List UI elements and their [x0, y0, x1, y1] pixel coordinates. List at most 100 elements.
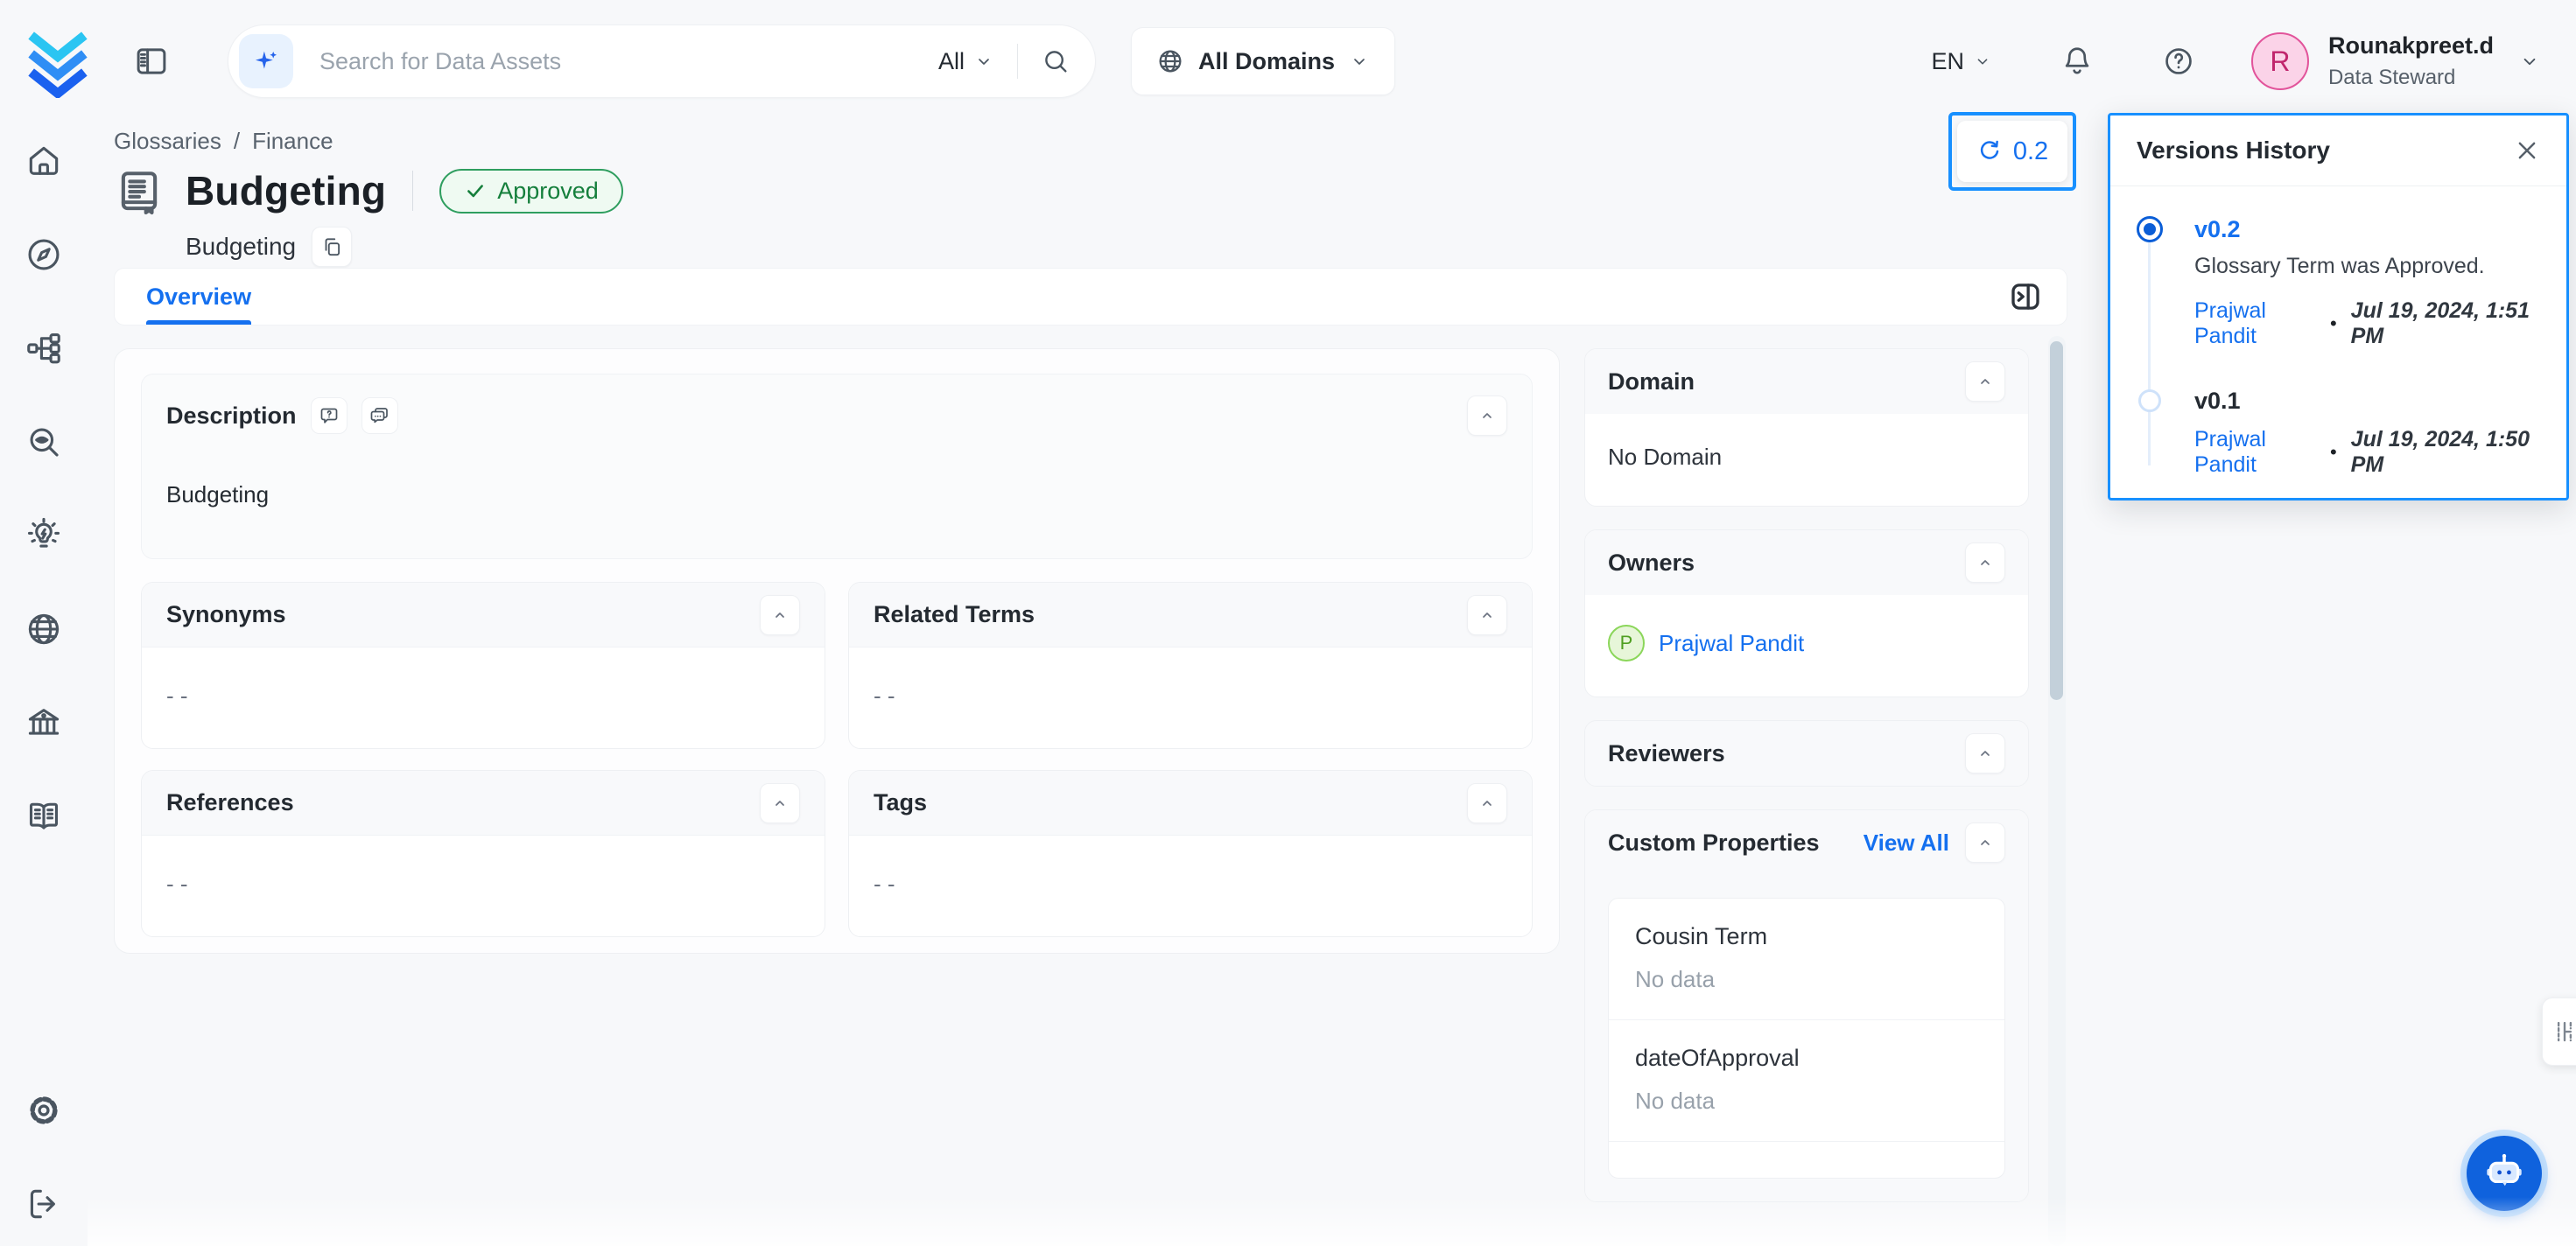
property-name: dateOfApproval — [1635, 1045, 1978, 1072]
request-description-button[interactable] — [311, 397, 347, 434]
close-button[interactable] — [2514, 137, 2540, 164]
sidebar-item-glossary[interactable] — [25, 797, 63, 836]
flow-tree-icon — [25, 329, 63, 368]
compass-icon — [25, 235, 63, 274]
notifications-button[interactable] — [2060, 45, 2094, 78]
tab-bar: Overview — [114, 268, 2067, 326]
rail-scrollbar-thumb[interactable] — [2050, 341, 2063, 700]
language-label: EN — [1931, 48, 1964, 75]
term-display-name: Budgeting — [186, 233, 296, 261]
user-role: Data Steward — [2328, 65, 2494, 91]
all-domains-dropdown[interactable]: All Domains — [1131, 27, 1395, 95]
domain-title: Domain — [1608, 368, 1695, 396]
chevron-down-icon[interactable] — [2518, 50, 2541, 73]
user-avatar-initial: R — [2270, 46, 2290, 78]
user-name: Rounakpreet.d — [2328, 32, 2494, 61]
version-label[interactable]: v0.1 — [2194, 388, 2540, 415]
collapse-handle-button[interactable] — [2542, 998, 2576, 1066]
search-scope-dropdown[interactable]: All — [938, 48, 994, 75]
comments-button[interactable] — [361, 397, 398, 434]
right-rail: Domain No Domain Owners P Prajwal Pa — [1584, 348, 2029, 1202]
chevron-up-icon — [769, 605, 790, 626]
version-timestamp: Jul 19, 2024, 1:50 PM — [2351, 427, 2540, 478]
user-menu[interactable]: Rounakpreet.d Data Steward — [2328, 32, 2494, 91]
version-author-link[interactable]: Prajwal Pandit — [2194, 427, 2316, 478]
global-search-bar[interactable]: All — [228, 24, 1096, 98]
all-domains-label: All Domains — [1198, 48, 1335, 75]
help-button[interactable] — [2162, 45, 2195, 78]
app-logo-icon[interactable] — [21, 24, 95, 98]
tags-collapse-button[interactable] — [1467, 783, 1507, 823]
chevron-down-icon — [1349, 51, 1370, 72]
ai-sparkle-icon[interactable] — [239, 34, 293, 88]
search-icon[interactable] — [1041, 46, 1070, 76]
sidebar-item-settings[interactable] — [25, 1091, 63, 1130]
version-radio-selected[interactable] — [2137, 216, 2163, 242]
left-nav-sidebar — [0, 122, 88, 1246]
home-icon — [25, 142, 63, 180]
references-collapse-button[interactable] — [760, 783, 800, 823]
reviewers-title: Reviewers — [1608, 740, 1725, 767]
owner-name-link[interactable]: Prajwal Pandit — [1659, 630, 1804, 657]
breadcrumb-finance[interactable]: Finance — [252, 128, 333, 155]
lightbulb-icon — [25, 516, 63, 555]
property-row-partial — [1609, 1141, 2004, 1178]
custom-properties-collapse-button[interactable] — [1965, 822, 2005, 863]
user-avatar[interactable]: R — [2251, 32, 2309, 90]
chevron-down-icon — [973, 51, 994, 72]
tags-value: - - — [849, 836, 1532, 936]
chevron-up-icon — [1477, 605, 1498, 626]
sidebar-toggle-icon[interactable] — [133, 43, 170, 80]
related-terms-collapse-button[interactable] — [1467, 595, 1507, 635]
expand-side-panel-button[interactable] — [2007, 278, 2044, 315]
sidebar-item-domains[interactable] — [25, 610, 63, 648]
search-scope-label: All — [938, 48, 965, 75]
property-row: dateOfApproval No data — [1609, 1019, 2004, 1141]
tab-overview[interactable]: Overview — [146, 269, 251, 325]
chevron-up-icon — [1477, 793, 1498, 814]
custom-properties-title: Custom Properties — [1608, 830, 1820, 857]
breadcrumb-glossaries[interactable]: Glossaries — [114, 128, 221, 155]
sidebar-item-home[interactable] — [25, 142, 63, 180]
sidebar-item-logout[interactable] — [25, 1185, 63, 1223]
breadcrumb-separator: / — [234, 128, 240, 155]
synonyms-collapse-button[interactable] — [760, 595, 800, 635]
version-author-link[interactable]: Prajwal Pandit — [2194, 298, 2316, 349]
description-collapse-button[interactable] — [1467, 396, 1507, 436]
globe-icon — [1156, 47, 1184, 75]
bottom-fade — [88, 1197, 2576, 1246]
custom-properties-list: Cousin Term No data dateOfApproval No da… — [1608, 898, 2005, 1179]
sidebar-item-lineage[interactable] — [25, 329, 63, 368]
version-radio-unselected[interactable] — [2138, 389, 2161, 412]
chat-assistant-button[interactable] — [2467, 1136, 2542, 1211]
comment-dots-icon — [369, 405, 390, 426]
property-value: No data — [1635, 966, 1978, 993]
view-all-link[interactable]: View All — [1864, 830, 1949, 857]
sidebar-item-insights[interactable] — [25, 516, 63, 555]
check-icon — [464, 179, 487, 202]
sidebar-item-govern[interactable] — [25, 704, 63, 742]
logout-icon — [25, 1185, 63, 1223]
version-button-highlight: 0.2 — [1948, 112, 2076, 191]
status-badge[interactable]: Approved — [439, 169, 623, 214]
chevron-up-icon — [1477, 405, 1498, 426]
reviewers-collapse-button[interactable] — [1965, 733, 2005, 774]
panel-expand-icon — [2007, 278, 2044, 315]
sidebar-item-explore[interactable] — [25, 235, 63, 274]
version-button-label: 0.2 — [2013, 137, 2048, 166]
language-selector[interactable]: EN — [1931, 48, 1992, 75]
version-label[interactable]: v0.2 — [2194, 216, 2540, 243]
domain-collapse-button[interactable] — [1965, 361, 2005, 402]
description-title: Description — [166, 402, 297, 430]
version-button[interactable]: 0.2 — [1957, 121, 2067, 182]
copy-button[interactable] — [312, 227, 352, 267]
tab-overview-label: Overview — [146, 284, 251, 311]
owners-collapse-button[interactable] — [1965, 542, 2005, 583]
search-input[interactable] — [319, 48, 938, 75]
version-entry-v01: v0.1 Prajwal Pandit • Jul 19, 2024, 1:50… — [2137, 388, 2540, 478]
owners-title: Owners — [1608, 550, 1695, 577]
tab-active-underline — [146, 320, 251, 325]
comment-question-icon — [319, 405, 340, 426]
owner-item[interactable]: P Prajwal Pandit — [1608, 625, 2005, 662]
sidebar-item-observability[interactable] — [25, 423, 63, 461]
